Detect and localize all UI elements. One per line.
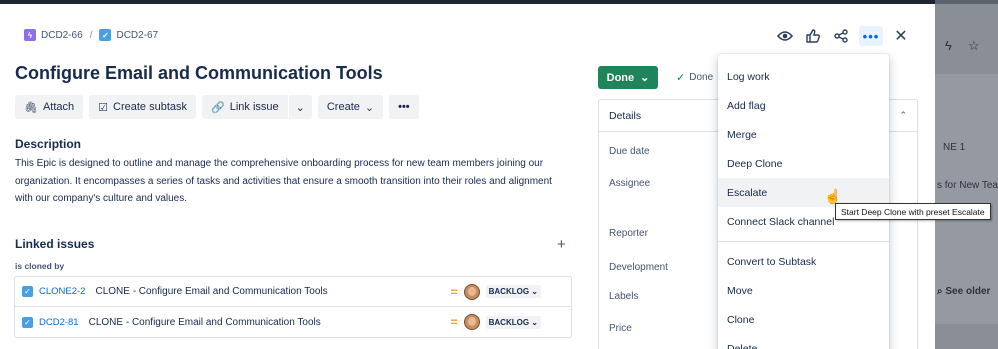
bg-see-older: ⌕ See older [937, 286, 991, 297]
star-icon: ☆ [968, 38, 980, 53]
create-subtask-button[interactable]: ☑ Create subtask [89, 95, 197, 119]
linked-issue-summary[interactable]: CLONE - Configure Email and Communicatio… [89, 317, 451, 328]
table-row[interactable]: ✓ CLONE2-2 CLONE - Configure Email and C… [15, 277, 571, 307]
background-app: ϟ ☆ ⌄ NE 1 s for New Tea ⌕ See older [935, 0, 998, 349]
lightning-icon: ϟ [945, 38, 952, 53]
linked-issues-heading: Linked issues [15, 237, 95, 251]
subtask-icon: ☑ [98, 101, 109, 114]
linked-issue-key[interactable]: DCD2-81 [39, 317, 79, 328]
create-label: Create [326, 101, 360, 113]
status-button[interactable]: Done ⌄ [598, 66, 658, 89]
description-text[interactable]: This Epic is designed to outline and man… [15, 155, 570, 208]
create-button[interactable]: Create ⌄ [317, 95, 384, 119]
top-actions: ••• ✕ [775, 26, 911, 46]
breadcrumb: ϟ DCD2-66 / ✓ DCD2-67 [24, 29, 158, 41]
link-icon: 🔗 [211, 101, 225, 114]
breadcrumb-parent[interactable]: DCD2-66 [41, 30, 83, 41]
description-heading: Description [15, 137, 82, 151]
menu-item-deep-clone[interactable]: Deep Clone [718, 149, 889, 178]
task-icon: ✓ [22, 316, 33, 328]
close-button[interactable]: ✕ [891, 26, 911, 46]
link-issue-button[interactable]: 🔗 Link issue [202, 95, 288, 119]
avatar [463, 314, 480, 330]
field-label: Development [609, 262, 668, 273]
resolution: ✓ Done [676, 71, 713, 84]
tooltip: Start Deep Clone with preset Escalate [835, 203, 991, 220]
vote-button[interactable] [803, 26, 823, 46]
menu-item-log-work[interactable]: Log work [718, 62, 889, 91]
field-label: Labels [609, 291, 639, 302]
chevron-down-icon: ⌄ [640, 72, 650, 84]
eye-icon [777, 31, 793, 41]
attach-button[interactable]: 🖇 Attach [15, 95, 84, 119]
share-button[interactable] [831, 26, 851, 46]
create-subtask-label: Create subtask [113, 101, 188, 113]
issue-toolbar: 🖇 Attach ☑ Create subtask 🔗 Link issue ⌄… [15, 95, 419, 119]
priority-medium-icon: = [450, 284, 458, 299]
bg-col-header: NE 1 [943, 142, 966, 153]
priority-medium-icon: = [450, 315, 458, 329]
add-linked-issue-button[interactable]: + [557, 236, 566, 253]
thumbs-up-icon [806, 29, 820, 43]
epic-icon: ϟ [24, 29, 36, 41]
field-label: Assignee [609, 178, 651, 189]
menu-item-clone[interactable]: Clone [718, 305, 889, 334]
more-actions-button[interactable]: ••• [859, 26, 883, 46]
issue-title[interactable]: Configure Email and Communication Tools [15, 63, 383, 84]
chevron-down-icon: ⌄ [295, 101, 305, 114]
field-label: Due date [609, 146, 650, 157]
paperclip-icon: 🖇 [24, 101, 38, 114]
linked-issues-table: ✓ CLONE2-2 CLONE - Configure Email and C… [14, 276, 572, 338]
watch-button[interactable] [775, 26, 795, 46]
status-dropdown[interactable]: BACKLOG ⌄ [485, 285, 541, 298]
table-row[interactable]: ✓ DCD2-81 CLONE - Configure Email and Co… [15, 307, 571, 337]
menu-item-add-flag[interactable]: Add flag [718, 91, 889, 120]
issue-modal: ϟ DCD2-66 / ✓ DCD2-67 ••• ✕ Configure Em… [0, 0, 991, 349]
status-label: Done [606, 71, 635, 84]
chevron-up-icon[interactable]: ⌃ [899, 110, 907, 121]
breadcrumb-separator: / [89, 29, 93, 41]
menu-item-delete[interactable]: Delete [718, 334, 889, 349]
toolbar-more-button[interactable]: ••• [389, 95, 419, 119]
more-actions-menu: Log work Add flag Merge Deep Clone Escal… [718, 54, 889, 349]
menu-item-merge[interactable]: Merge [718, 120, 889, 149]
link-issue-dropdown[interactable]: ⌄ [288, 95, 312, 119]
attach-label: Attach [42, 101, 75, 113]
menu-divider [718, 241, 889, 242]
field-label: Reporter [609, 228, 648, 239]
menu-item-convert-subtask[interactable]: Convert to Subtask [718, 247, 889, 276]
resolution-label: Done [689, 72, 714, 83]
task-icon: ✓ [22, 286, 33, 297]
avatar [463, 283, 480, 300]
link-issue-split: 🔗 Link issue ⌄ [202, 95, 312, 119]
share-icon [834, 29, 848, 43]
close-icon: ✕ [894, 28, 908, 45]
bg-top-strip [935, 0, 998, 4]
linked-issue-summary[interactable]: CLONE - Configure Email and Communicatio… [95, 286, 450, 297]
status-dropdown[interactable]: BACKLOG ⌄ [485, 315, 541, 329]
link-relation-label: is cloned by [15, 261, 65, 271]
field-label: Price [609, 323, 632, 334]
task-icon: ✓ [99, 29, 112, 41]
menu-item-move[interactable]: Move [718, 276, 889, 305]
bg-row-text: s for New Tea [937, 180, 998, 191]
check-icon: ✓ [676, 72, 686, 84]
link-issue-label: Link issue [229, 101, 279, 113]
breadcrumb-issue[interactable]: DCD2-67 [116, 30, 158, 41]
chevron-down-icon: ⌄ [364, 101, 375, 114]
linked-issue-key[interactable]: CLONE2-2 [39, 286, 85, 297]
